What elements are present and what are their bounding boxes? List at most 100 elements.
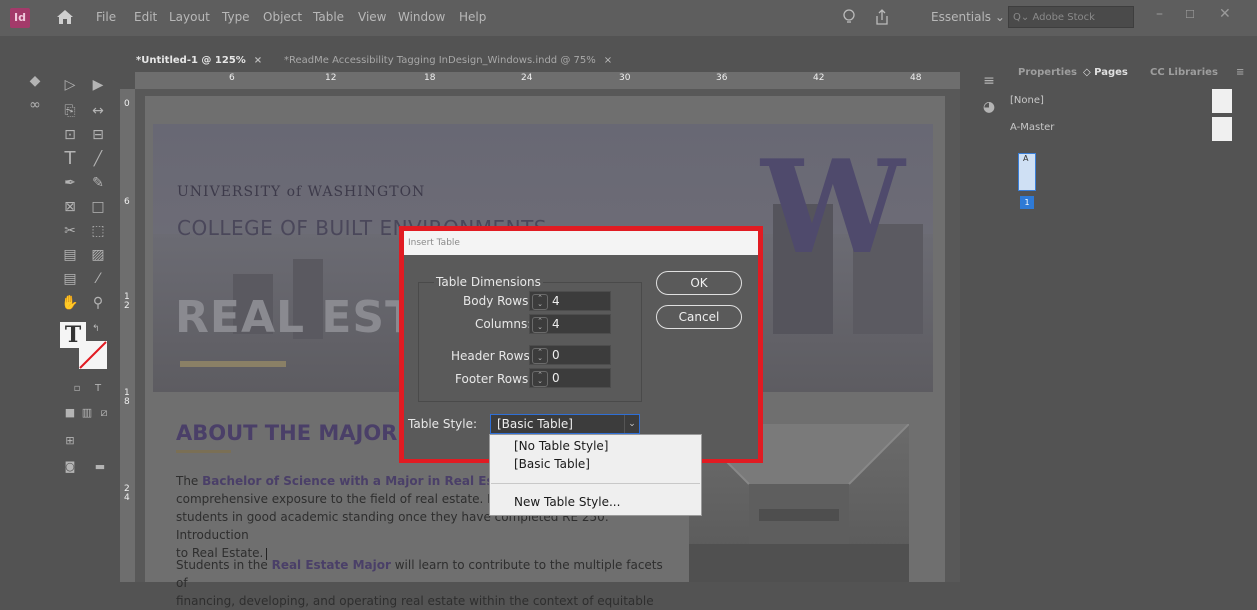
header-rows-field[interactable]: ⌃ ⌄ 0: [529, 345, 611, 365]
stepper-icon[interactable]: ⌃ ⌄: [532, 348, 548, 364]
vertical-scrollbar[interactable]: [960, 62, 975, 582]
menu-help[interactable]: Help: [459, 10, 486, 24]
paragraph-2[interactable]: Students in the Real Estate Major will l…: [176, 556, 666, 610]
menu-object[interactable]: Object: [263, 10, 302, 24]
page-tool-icon[interactable]: ⎘: [60, 102, 80, 120]
apply-none-icon[interactable]: ⧄: [94, 404, 114, 422]
tab-properties[interactable]: Properties: [1018, 67, 1077, 78]
ruler-label: 0: [124, 99, 130, 109]
menu-type[interactable]: Type: [222, 10, 250, 24]
formatting-text-icon[interactable]: T: [88, 380, 108, 398]
close-icon[interactable]: ✕: [1219, 6, 1231, 22]
option-new-table-style[interactable]: New Table Style...: [514, 495, 620, 509]
selection-tool-icon[interactable]: ▶: [88, 76, 108, 94]
body-rows-field[interactable]: ⌃ ⌄ 4: [529, 291, 611, 311]
vertical-ruler[interactable]: 0 6 1 2 1 8 2 4: [120, 89, 135, 582]
note-tool-icon[interactable]: ▤: [60, 270, 80, 288]
footer-rows-value: 0: [552, 371, 560, 385]
columns-field[interactable]: ⌃ ⌄ 4: [529, 314, 611, 334]
horizontal-ruler[interactable]: 6 12 18 24 30 36 42 48: [135, 72, 960, 90]
ok-button[interactable]: OK: [656, 271, 742, 295]
menu-layout[interactable]: Layout: [169, 10, 210, 24]
type-tool-icon[interactable]: T: [60, 150, 80, 168]
menu-view[interactable]: View: [358, 10, 386, 24]
stepper-icon[interactable]: ⌃ ⌄: [532, 317, 548, 333]
ruler-label: 1 8: [124, 388, 130, 407]
view-mode-icon[interactable]: ▬: [90, 458, 110, 476]
share-icon[interactable]: [873, 8, 891, 26]
tab-readme[interactable]: *ReadMe Accessibility Tagging InDesign_W…: [284, 55, 612, 66]
content-placer-icon[interactable]: ⊟: [88, 126, 108, 144]
tab-cc-libraries[interactable]: CC Libraries: [1150, 67, 1218, 78]
menu-edit[interactable]: Edit: [134, 10, 157, 24]
menu-file[interactable]: File: [96, 10, 116, 24]
rectangle-frame-icon[interactable]: ⊠: [60, 198, 80, 216]
tab-pages[interactable]: ◇ Pages: [1083, 67, 1128, 78]
text-run-bold: Real Estate Major: [271, 558, 391, 572]
scissors-tool-icon[interactable]: ✂: [60, 222, 80, 240]
master-a[interactable]: A-Master: [1010, 122, 1054, 133]
content-collector-icon[interactable]: ⊡: [60, 126, 80, 144]
zoom-tool-icon[interactable]: ⚲: [88, 294, 108, 312]
table-style-select[interactable]: [Basic Table] ⌄: [490, 414, 640, 434]
gradient-feather-icon[interactable]: ▨: [88, 246, 108, 264]
panel-menu-icon[interactable]: ≡: [1236, 67, 1244, 78]
option-no-table-style[interactable]: [No Table Style]: [514, 439, 608, 453]
eyedropper-icon[interactable]: ⁄: [88, 270, 108, 288]
chevron-down-icon: ⌄: [994, 10, 1005, 24]
gap-tool-icon[interactable]: ↔: [88, 102, 108, 120]
formatting-container-icon[interactable]: ▫: [67, 380, 87, 398]
lightbulb-icon[interactable]: [840, 8, 858, 26]
fill-stroke-swatch[interactable]: T ↰: [60, 322, 112, 372]
links-icon[interactable]: ∞: [25, 96, 45, 114]
hand-tool-icon[interactable]: ✋: [60, 294, 80, 312]
header-rows-value: 0: [552, 348, 560, 362]
option-basic-table[interactable]: [Basic Table]: [514, 457, 590, 471]
home-icon[interactable]: [55, 8, 75, 26]
section-heading[interactable]: ABOUT THE MAJOR: [176, 421, 397, 445]
tab-close-icon[interactable]: ×: [254, 55, 262, 66]
gradient-swatch-icon[interactable]: ▤: [60, 246, 80, 264]
page-number: 1: [1020, 196, 1034, 209]
swap-icon[interactable]: ↰: [92, 324, 100, 334]
university-name: UNIVERSITY of WASHINGTON: [177, 184, 426, 200]
stroke-none-swatch[interactable]: [78, 340, 108, 370]
direct-selection-icon[interactable]: ▷: [60, 76, 80, 94]
master-a-thumbnail[interactable]: [1212, 117, 1232, 141]
normal-mode-icon[interactable]: ⊞: [60, 432, 80, 450]
layers-icon[interactable]: ◆: [25, 72, 45, 90]
menu-window[interactable]: Window: [398, 10, 445, 24]
master-none-thumbnail[interactable]: [1212, 89, 1232, 113]
master-none[interactable]: [None]: [1010, 95, 1044, 106]
body-rows-value: 4: [552, 294, 560, 308]
heading-underline: [176, 450, 231, 453]
stepper-icon[interactable]: ⌃ ⌄: [532, 371, 548, 387]
header-rows-label: Header Rows:: [451, 349, 534, 363]
cancel-button[interactable]: Cancel: [656, 305, 742, 329]
pen-tool-icon[interactable]: ✒: [60, 174, 80, 192]
free-transform-icon[interactable]: ⬚: [88, 222, 108, 240]
workspace-switcher[interactable]: Essentials ⌄: [931, 10, 1005, 24]
stepper-icon[interactable]: ⌃ ⌄: [532, 294, 548, 310]
line-tool-icon[interactable]: ╱: [88, 150, 108, 168]
hamburger-menu-icon[interactable]: ≡: [979, 72, 999, 90]
uw-w-logo: W: [761, 133, 905, 283]
tab-untitled-1[interactable]: *Untitled-1 @ 125% ×: [136, 55, 262, 66]
chevron-down-icon[interactable]: ⌄: [624, 415, 639, 433]
maximize-icon[interactable]: ☐: [1185, 8, 1195, 21]
tab-close-icon[interactable]: ×: [604, 55, 612, 66]
dialog-title[interactable]: Insert Table: [404, 231, 758, 255]
tab-label: *ReadMe Accessibility Tagging InDesign_W…: [284, 55, 596, 66]
minimize-icon[interactable]: –: [1156, 6, 1163, 22]
screen-mode-icon[interactable]: ◙: [60, 458, 80, 476]
page-1-thumbnail[interactable]: A: [1018, 153, 1036, 191]
ruler-label: 12: [325, 73, 337, 83]
rectangle-tool-icon[interactable]: □: [88, 198, 108, 216]
table-style-dropdown: [No Table Style] [Basic Table] New Table…: [489, 434, 702, 516]
swatches-icon[interactable]: ◕: [979, 98, 999, 116]
menu-table[interactable]: Table: [313, 10, 344, 24]
app-logo: Id: [10, 8, 30, 28]
adobe-stock-search[interactable]: Q⌄ Adobe Stock: [1008, 6, 1134, 28]
footer-rows-field[interactable]: ⌃ ⌄ 0: [529, 368, 611, 388]
pencil-tool-icon[interactable]: ✎: [88, 174, 108, 192]
